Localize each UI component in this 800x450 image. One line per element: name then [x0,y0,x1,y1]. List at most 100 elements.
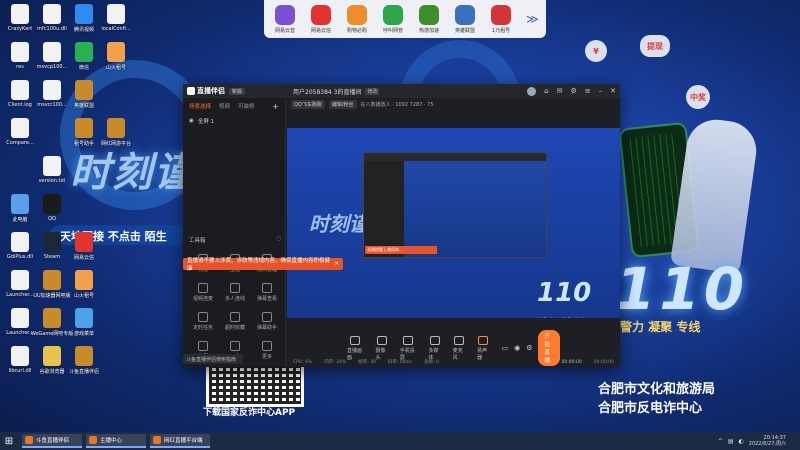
tray-chevron-icon[interactable]: ^ [718,438,723,445]
desktop-icon[interactable]: msvcp100... [34,42,70,70]
document-icon [43,156,61,176]
minimize-icon[interactable]: – [599,87,603,95]
close-icon[interactable]: ✕ [334,261,339,267]
network-icon[interactable]: ▤ [728,438,734,445]
desktop-icon[interactable]: 此电脑 [2,194,38,223]
taskbar-task[interactable]: 斗鱼直播伴侣 [22,434,82,448]
title-bar: 直播伴侣 新版 用户2058384 3的直播间 修改 ⌂ ✉ ⚙ ≡ – ✕ [183,84,620,98]
desktop-icon[interactable]: 山火租号 [66,270,102,299]
desktop-icon[interactable]: 山火租号 [98,42,134,71]
tool-item[interactable]: 更多 [251,341,283,360]
eye-icon[interactable]: ◉ [514,344,520,352]
live-preview[interactable]: 时刻谨 直播提醒上播须知... 110 合肥市文化和旅游局 合肥市反电诈中心 [287,128,620,318]
tool-item[interactable]: 超时收藏 [219,312,251,331]
desktop-icon[interactable]: Compare... [2,118,38,146]
desktop-icon-label: version.txt [38,178,66,184]
clock[interactable]: 20:14:37 2022/8/27,周六 [749,435,786,447]
desktop-icon[interactable]: 游戏菜单 [66,308,102,337]
toolbox-settings-icon[interactable]: ◌ [276,236,281,244]
add-scene-icon[interactable]: + [272,102,279,111]
desktop-icon[interactable]: libcurl.dll [2,346,38,374]
volume-icon[interactable]: ◐ [739,438,744,445]
mini-guide-window[interactable]: 斗鱼直播伴侣使用指南 [183,354,243,364]
dock-item[interactable]: 网易云信 [306,4,336,34]
document-icon [11,346,29,366]
desktop-icon-label: 山火租号 [105,65,126,71]
dock-item[interactable]: 购物必购 [342,4,372,34]
taskbar-task[interactable]: 主播中心 [86,434,146,448]
tool-item[interactable]: 多人连线 [219,283,251,302]
tool-icon [198,283,208,293]
gear-icon[interactable]: ⚙ [526,344,532,352]
desktop-icon-label: mfc100u.dll [37,26,67,32]
desktop-icon[interactable]: GdiPlus.dll [2,232,38,260]
desktop-icon[interactable]: 斗鱼直播伴侣 [66,346,102,375]
notification-icon[interactable]: ⌂ [544,87,548,95]
dock-item[interactable]: 英雄联盟 [450,4,480,34]
desktop-icon[interactable]: WeGame网吧专版 [31,308,73,337]
desktop-icon[interactable]: UU加速器网吧版 [33,270,71,299]
desktop-icon[interactable]: CrazyKart [2,4,38,32]
tool-item[interactable]: 弹幕助手 [251,312,283,331]
menu-icon[interactable]: ≡ [585,87,591,95]
desktop-icon[interactable]: 网红网游平台 [98,118,134,147]
tool-item[interactable]: 弹幕查看 [251,283,283,302]
compliance-tip-bar: 直播请不要上涉黄、涉政等违规内容，确保直播内容积极健康 ✕ [183,258,343,272]
edit-room-button[interactable]: 修改 [365,87,380,95]
tool-icon [230,283,240,293]
desktop-icon-label: Steam [43,254,61,260]
taskbar-tasks: 斗鱼直播伴侣 主播中心 网红直播平台端 [18,434,210,448]
close-icon[interactable]: ✕ [610,87,616,95]
desktop-icon[interactable]: 微信 [66,42,102,71]
dock-item[interactable]: 网易云音 [270,4,300,34]
control-icon [350,335,361,345]
magnet-icon [491,4,511,25]
desktop-icon[interactable]: 网易云信 [66,232,102,261]
desktop-icon[interactable]: 英雄联盟 [66,80,102,109]
desktop-icon-label: 斗鱼直播伴侣 [68,369,99,375]
desktop-icon[interactable]: Steam [34,232,70,260]
desktop-icon[interactable]: version.txt [34,156,70,184]
desktop-icon[interactable]: mfc100u.dll [34,4,70,32]
edit-chip[interactable]: 编辑/粉丝 [328,99,357,109]
camera-icon[interactable]: ▭ [501,344,508,352]
mail-icon[interactable]: ✉ [557,87,563,95]
taskbar-task[interactable]: 网红直播平台端 [150,434,210,448]
document-icon [43,80,61,100]
tab-video[interactable]: 视频 [219,102,230,111]
tool-item[interactable]: 视频连麦 [187,283,219,302]
version-badge[interactable]: 新版 [229,87,246,95]
desktop-icon[interactable]: 腾讯视频 [66,4,102,33]
dock-item[interactable]: 呼叫网管 [378,4,408,34]
desktop-icon-label: 网易云信 [73,255,94,261]
tab-scene[interactable]: 场景选择 [189,102,211,111]
tool-item[interactable]: 定时任务 [187,312,219,331]
windows-start-icon[interactable]: ⊞ [0,432,18,450]
desktop-icon[interactable]: msvcr100... [34,80,70,108]
gear-icon[interactable]: ⚙ [570,87,576,95]
dock-label: 呼叫网管 [382,27,403,34]
dock-label: 热游加速 [418,27,439,34]
document-icon [11,4,29,24]
desktop-icon[interactable]: localConfi... [98,4,134,32]
wallpaper-slogan: 时刻谨 [70,150,196,196]
desktop-icon[interactable]: res [2,42,38,70]
desktop-icon[interactable]: 谷歌浏览器 [34,346,70,375]
desktop-icon[interactable]: 租号助手 [66,118,102,147]
dock-item[interactable]: 热游加速 [414,4,444,34]
scene-item[interactable]: ◉ 全屏 1 [183,115,285,127]
avatar[interactable] [527,86,537,96]
desktop-icon-label: 微信 [78,65,89,71]
desktop-icon[interactable]: QQ [34,194,70,222]
tab-decor[interactable]: 可装修 [238,102,255,111]
phone-icon [383,4,403,25]
dock-item[interactable]: 1元租号 [486,4,516,34]
chevron-down-icon[interactable]: ≫ [526,12,539,26]
tool-icon [262,283,272,293]
tip-text: 直播请不要上涉黄、涉政等违规内容，确保直播内容积极健康 [187,258,331,272]
cloud-icon [75,308,93,328]
control-icon [453,335,464,345]
desktop-icon[interactable]: Client.log [2,80,38,108]
eye-icon[interactable]: ◉ [189,118,194,124]
category-chip[interactable]: QQ飞车跑跑 [291,99,325,109]
